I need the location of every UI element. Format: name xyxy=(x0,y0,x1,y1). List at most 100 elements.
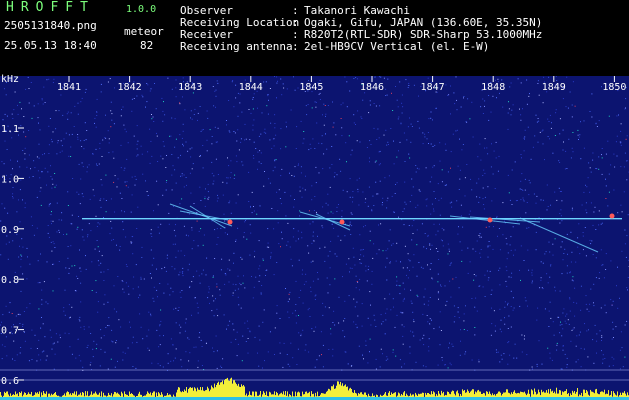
noise-speck xyxy=(100,337,102,339)
noise-speck xyxy=(84,122,86,124)
noise-speck xyxy=(289,291,291,293)
noise-speck xyxy=(358,289,360,291)
noise-speck xyxy=(146,83,148,84)
noise-speck xyxy=(393,140,394,142)
noise-speck xyxy=(26,278,28,280)
noise-speck xyxy=(332,126,334,128)
noise-speck xyxy=(429,181,431,183)
noise-speck xyxy=(368,265,370,267)
noise-speck xyxy=(575,361,577,363)
noise-speck xyxy=(366,280,368,282)
noise-speck xyxy=(408,225,410,226)
noise-speck xyxy=(484,196,486,198)
noise-speck xyxy=(403,326,405,328)
noise-speck xyxy=(1,321,2,323)
noise-speck xyxy=(226,177,228,179)
noise-speck xyxy=(295,280,297,282)
noise-speck xyxy=(519,108,520,110)
noise-speck xyxy=(232,292,234,294)
noise-speck xyxy=(425,167,427,169)
noise-speck xyxy=(151,118,153,120)
noise-speck xyxy=(298,315,299,316)
noise-speck xyxy=(40,253,41,255)
noise-speck xyxy=(522,199,524,201)
noise-speck xyxy=(141,246,143,248)
noise-speck xyxy=(217,237,219,238)
noise-speck xyxy=(187,269,189,271)
noise-speck xyxy=(464,195,466,197)
noise-speck xyxy=(547,282,549,284)
noise-speck xyxy=(499,328,501,330)
noise-speck xyxy=(488,277,490,279)
noise-speck xyxy=(422,267,424,269)
noise-speck xyxy=(167,362,169,364)
noise-speck xyxy=(236,331,238,333)
noise-speck xyxy=(246,320,248,322)
noise-speck xyxy=(172,243,174,245)
noise-speck xyxy=(624,243,626,245)
noise-speck xyxy=(2,119,4,121)
noise-speck xyxy=(120,115,122,117)
noise-speck xyxy=(354,264,356,266)
noise-speck xyxy=(177,250,179,252)
noise-speck xyxy=(249,224,251,226)
noise-speck xyxy=(572,328,574,330)
noise-speck xyxy=(313,330,315,332)
noise-speck xyxy=(180,359,182,361)
noise-speck xyxy=(520,279,521,281)
noise-speck xyxy=(427,234,429,236)
noise-speck xyxy=(228,281,230,283)
noise-speck xyxy=(374,161,376,163)
noise-speck xyxy=(415,361,417,363)
noise-speck xyxy=(577,129,579,131)
noise-speck xyxy=(175,87,177,89)
noise-speck xyxy=(297,230,299,232)
noise-speck xyxy=(182,273,184,274)
noise-speck xyxy=(402,106,404,108)
noise-speck xyxy=(151,277,152,279)
noise-speck xyxy=(85,255,86,257)
noise-speck xyxy=(1,358,3,360)
noise-speck xyxy=(253,210,255,212)
noise-speck xyxy=(463,329,465,330)
noise-speck xyxy=(301,273,303,275)
app-name: HROFFT xyxy=(6,0,95,15)
noise-speck xyxy=(43,350,45,352)
noise-speck xyxy=(48,236,50,238)
noise-speck xyxy=(430,143,432,145)
noise-speck xyxy=(585,202,587,204)
date-time: 25.05.13 18:40 xyxy=(4,39,97,52)
noise-speck xyxy=(409,346,411,348)
noise-speck xyxy=(476,196,478,198)
noise-speck xyxy=(160,320,162,322)
noise-speck xyxy=(416,244,418,246)
noise-speck xyxy=(344,336,346,338)
noise-speck xyxy=(500,331,502,333)
noise-speck xyxy=(541,363,543,365)
noise-speck xyxy=(303,131,305,132)
noise-speck xyxy=(599,330,601,332)
noise-speck xyxy=(262,259,264,261)
noise-speck xyxy=(314,295,316,297)
noise-speck xyxy=(276,76,278,78)
noise-speck xyxy=(5,243,7,245)
noise-speck xyxy=(193,114,195,115)
noise-speck xyxy=(387,197,389,199)
noise-speck xyxy=(548,76,550,78)
noise-speck xyxy=(235,338,237,340)
noise-speck xyxy=(136,95,138,97)
noise-speck xyxy=(370,304,371,306)
noise-speck xyxy=(211,172,213,174)
noise-speck xyxy=(479,252,481,254)
noise-speck xyxy=(608,115,610,117)
noise-speck xyxy=(507,363,509,365)
x-tick-label: 1849 xyxy=(542,82,566,93)
noise-speck xyxy=(523,150,525,152)
noise-speck xyxy=(197,366,199,368)
noise-speck xyxy=(160,155,162,157)
noise-speck xyxy=(3,163,5,165)
noise-speck xyxy=(301,237,303,239)
noise-speck xyxy=(254,250,256,252)
noise-speck xyxy=(174,169,176,171)
noise-speck xyxy=(624,324,626,326)
